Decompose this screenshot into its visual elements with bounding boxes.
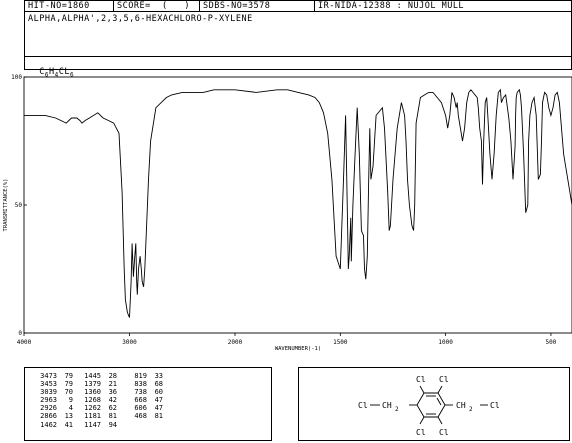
- peak-wavenumber: 1181: [84, 412, 101, 421]
- x-axis-label: WAVENUMBER(-1): [275, 346, 321, 352]
- peak-wavenumber: 838: [134, 380, 147, 389]
- peak-wavenumber: 606: [134, 404, 147, 413]
- structure-drawing: Cl Cl Cl Cl Cl CH 2 CH 2 Cl: [358, 375, 500, 437]
- peak-wavenumber: 2963: [40, 396, 57, 405]
- peak-transmittance: 28: [108, 372, 117, 380]
- peak-wavenumber: 1268: [84, 396, 101, 405]
- peak-wavenumber: 819: [134, 372, 147, 380]
- peak-transmittance: 4: [68, 404, 73, 413]
- peak-transmittance: 81: [154, 412, 163, 421]
- cl-top-left: Cl: [416, 375, 426, 384]
- x-tick-label: 1500: [333, 339, 348, 346]
- peak-row: 2926 4 1262 62 606 47: [27, 404, 163, 412]
- peak-transmittance: 81: [108, 412, 117, 421]
- peak-row: 3453 79 1379 21 838 68: [27, 380, 163, 388]
- y-tick-label: 100: [11, 74, 22, 81]
- peak-transmittance: 79: [64, 372, 73, 380]
- peak-row: 3473 79 1445 28 819 33: [27, 372, 163, 380]
- peak-transmittance: 42: [108, 396, 117, 405]
- cl-bottom-left: Cl: [416, 428, 426, 437]
- peak-row: 1462 41 1147 94: [27, 421, 163, 429]
- x-tick-label: 3000: [122, 339, 137, 346]
- peak-transmittance: 60: [154, 388, 163, 397]
- peak-transmittance: 68: [154, 380, 163, 389]
- peak-wavenumber: 668: [134, 396, 147, 405]
- peak-wavenumber: 1147: [84, 420, 101, 429]
- right-ch2: CH: [456, 401, 466, 410]
- cl-bottom-right: Cl: [439, 428, 449, 437]
- y-tick-label: 0: [18, 330, 22, 337]
- peak-transmittance: [147, 421, 163, 429]
- peak-table: 3473 79 1445 28 819 33 3453 79 1379 21 838 68 3039 70…: [27, 372, 163, 429]
- peak-wavenumber: 3473: [40, 372, 57, 380]
- x-tick-label: 2000: [228, 339, 243, 346]
- peak-wavenumber: 738: [134, 388, 147, 397]
- peak-transmittance: 9: [68, 396, 73, 405]
- peak-wavenumber: 1445: [84, 372, 101, 380]
- peak-transmittance: 41: [64, 420, 73, 429]
- peak-transmittance: 79: [64, 380, 73, 389]
- peak-transmittance: 36: [108, 388, 117, 397]
- peak-transmittance: 33: [154, 372, 163, 380]
- peak-transmittance: 62: [108, 404, 117, 413]
- peak-wavenumber: 3039: [40, 388, 57, 397]
- peak-wavenumber: 2866: [40, 412, 57, 421]
- left-ch2: CH: [382, 401, 392, 410]
- peak-row: 2963 9 1268 42 668 47: [27, 396, 163, 404]
- peak-wavenumber: [117, 421, 147, 429]
- peak-transmittance: 94: [108, 420, 117, 429]
- peak-wavenumber: 1262: [84, 404, 101, 413]
- peak-wavenumber: 1379: [84, 380, 101, 389]
- peak-transmittance: 47: [154, 396, 163, 405]
- y-axis-label: TRANSMITTANCE(%): [3, 179, 9, 232]
- x-tick-label: 1000: [438, 339, 453, 346]
- peak-row: 3039 70 1360 36 738 60: [27, 388, 163, 396]
- peak-wavenumber: 468: [134, 412, 147, 421]
- x-tick-label: 500: [546, 339, 557, 346]
- plot-frame: [23, 76, 572, 334]
- x-tick-label: 4000: [17, 339, 32, 346]
- peak-wavenumber: 3453: [40, 380, 57, 389]
- cl-top-right: Cl: [439, 375, 449, 384]
- y-tick-label: 50: [15, 202, 23, 209]
- peak-row: 2866 13 1181 81 468 81: [27, 412, 163, 420]
- peak-wavenumber: 2926: [40, 404, 57, 413]
- peak-wavenumber: 1360: [84, 388, 101, 397]
- peak-transmittance: 21: [108, 380, 117, 389]
- left-ch2-sub: 2: [395, 406, 399, 413]
- ir-spectrum-chart: 4000 3000 2000 1500 1000 500100500WAVENUMBER(…: [3, 74, 572, 352]
- right-cl: Cl: [490, 401, 500, 410]
- spectrum-line: [24, 88, 572, 318]
- peak-transmittance: 47: [154, 404, 163, 413]
- right-ch2-sub: 2: [469, 406, 473, 413]
- left-cl: Cl: [358, 401, 368, 410]
- peak-transmittance: 13: [64, 412, 73, 421]
- peak-transmittance: 70: [64, 388, 73, 397]
- peak-wavenumber: 1462: [40, 420, 57, 429]
